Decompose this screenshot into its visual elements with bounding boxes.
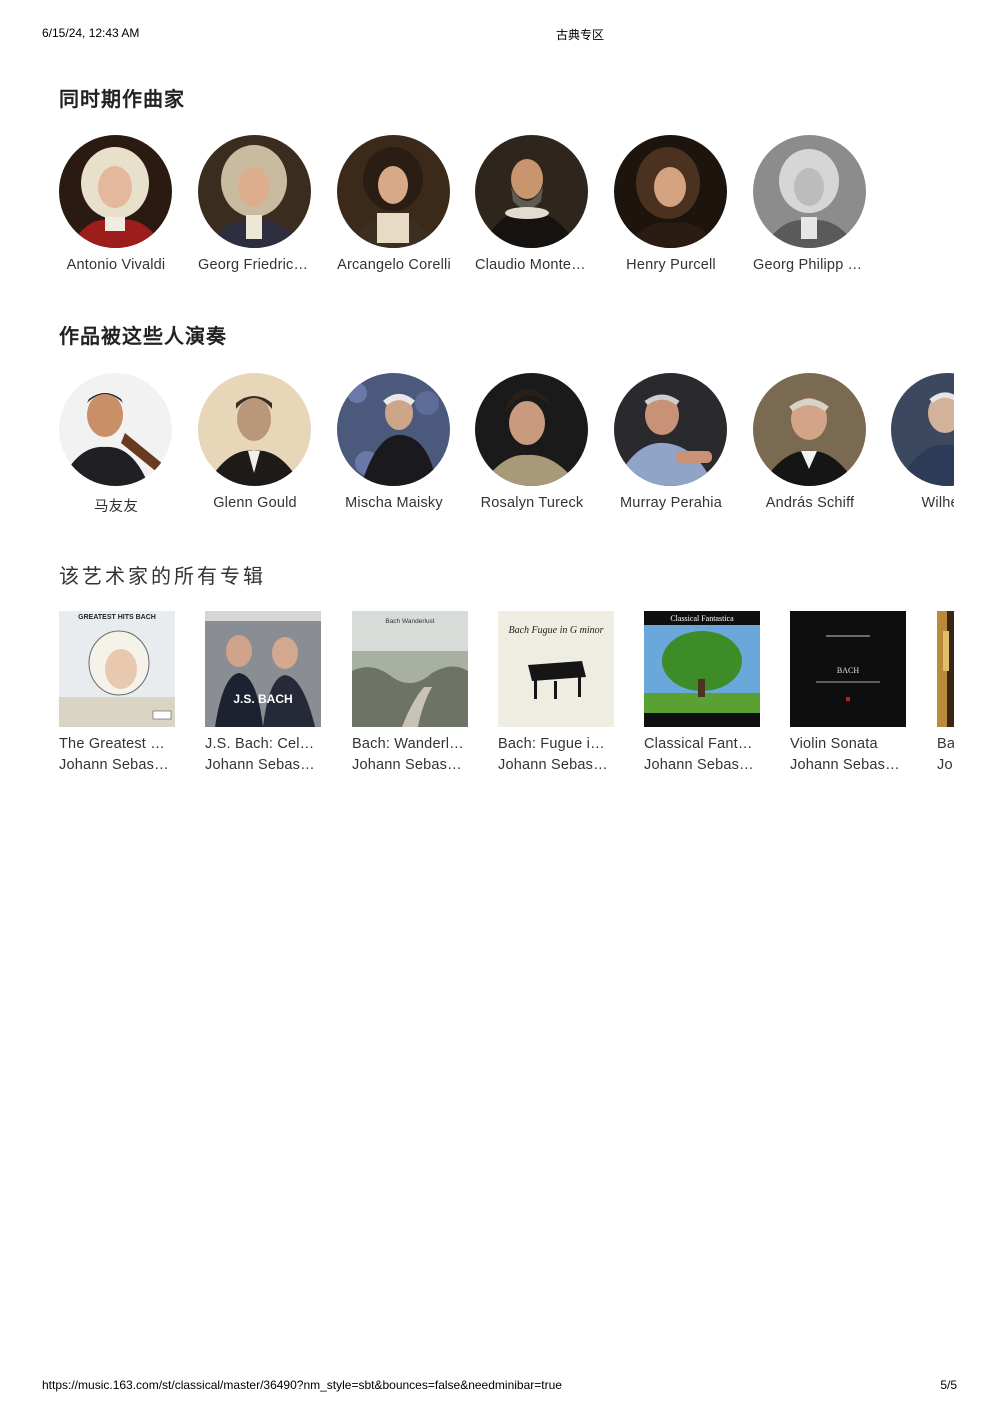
print-header: 6/15/24, 12:43 AM 古典专区 — [0, 26, 1000, 42]
composer-name[interactable]: Antonio Vivaldi — [59, 257, 173, 273]
performer-card[interactable]: Glenn Gould — [198, 373, 312, 511]
album-artist[interactable]: Johann Sebastian Bach — [352, 757, 464, 773]
performer-name[interactable]: Mischa Maisky — [337, 495, 451, 511]
album-title[interactable]: J.S. Bach: Cello Suites — [205, 736, 317, 752]
performer-avatar[interactable] — [891, 373, 954, 486]
album-cover-text: Bach Fugue in G minor — [509, 625, 604, 636]
album-cover[interactable]: Bach Wanderlust — [352, 611, 468, 727]
album-cover-text: Classical Fantastica — [670, 614, 734, 623]
album-card[interactable]: GREATEST HITS BACH The Greatest Hits Joh… — [59, 611, 177, 773]
album-title[interactable]: The Greatest Hits — [59, 736, 171, 752]
composer-avatar[interactable] — [753, 135, 866, 248]
album-cover[interactable] — [937, 611, 954, 727]
performer-name[interactable]: Murray Perahia — [614, 495, 728, 511]
performer-avatar[interactable] — [59, 373, 172, 486]
composer-card-purcell[interactable]: Henry Purcell — [614, 135, 728, 273]
album-artist[interactable]: Johann Sebastian Bach — [205, 757, 317, 773]
performer-card[interactable]: Rosalyn Tureck — [475, 373, 589, 511]
composer-avatar[interactable] — [198, 135, 311, 248]
performer-avatar[interactable] — [198, 373, 311, 486]
album-artist[interactable]: Johann Sebastian Bach — [498, 757, 610, 773]
print-page-number: 5/5 — [940, 1378, 957, 1392]
composer-name[interactable]: Henry Purcell — [614, 257, 728, 273]
performer-card[interactable]: Murray Perahia — [614, 373, 728, 511]
composer-card-handel[interactable]: Georg Friedrich Händel — [198, 135, 312, 273]
album-title[interactable]: Bach: Fugue in G minor — [498, 736, 610, 752]
performer-avatar[interactable] — [475, 373, 588, 486]
album-cover-text: J.S. BACH — [233, 692, 292, 706]
album-title[interactable]: Violin Sonata — [790, 736, 902, 752]
composer-avatar[interactable] — [475, 135, 588, 248]
performer-name[interactable]: Wilhelm — [891, 495, 954, 511]
composer-name[interactable]: Georg Philipp Telemann — [753, 257, 867, 273]
album-cover-text: Bach Wanderlust — [385, 618, 434, 625]
performer-name[interactable]: Glenn Gould — [198, 495, 312, 511]
section-title-contemporaries: 同时期作曲家 — [59, 89, 185, 111]
album-artist[interactable]: Johann Sebastian Bach — [790, 757, 902, 773]
album-card[interactable]: BACH Violin Sonata Johann Sebastian Bach — [790, 611, 908, 773]
composer-name[interactable]: Georg Friedrich Händel — [198, 257, 312, 273]
album-cover[interactable]: BACH — [790, 611, 906, 727]
album-cover-text: GREATEST HITS BACH — [78, 614, 156, 621]
composer-name[interactable]: Arcangelo Corelli — [337, 257, 451, 273]
album-artist[interactable]: Jo — [937, 757, 954, 773]
print-url: https://music.163.com/st/classical/maste… — [42, 1378, 562, 1392]
performer-card[interactable]: Wilhelm — [891, 373, 954, 511]
album-title[interactable]: Classical Fantastica — [644, 736, 756, 752]
album-artist[interactable]: Johann Sebastian Bach — [59, 757, 171, 773]
composer-card-telemann[interactable]: Georg Philipp Telemann — [753, 135, 867, 273]
section-title-performers: 作品被这些人演奏 — [59, 326, 227, 348]
print-page-title: 古典专区 — [555, 28, 604, 42]
print-footer: https://music.163.com/st/classical/maste… — [0, 1378, 1000, 1394]
composer-avatar[interactable] — [59, 135, 172, 248]
album-card[interactable]: Ba Jo — [937, 611, 954, 773]
album-card[interactable]: Bach Fugue in G minor Bach: Fugue in G m… — [498, 611, 616, 773]
composer-avatar[interactable] — [614, 135, 727, 248]
performer-card[interactable]: 马友友 — [59, 373, 173, 516]
album-title[interactable]: Ba — [937, 736, 954, 752]
album-cover[interactable]: J.S. BACH — [205, 611, 321, 727]
contemporaries-row: Antonio Vivaldi Georg Friedrich Händel A… — [59, 135, 954, 280]
album-card[interactable]: J.S. BACH J.S. Bach: Cello Suites Johann… — [205, 611, 323, 773]
album-cover[interactable]: Classical Fantastica — [644, 611, 760, 727]
composer-name[interactable]: Claudio Monteverdi — [475, 257, 589, 273]
performer-avatar[interactable] — [337, 373, 450, 486]
album-artist[interactable]: Johann Sebastian Bach — [644, 757, 756, 773]
album-cover[interactable]: GREATEST HITS BACH — [59, 611, 175, 727]
performers-row: 马友友 Glenn Gould Mischa Maisky Rosalyn Tu… — [59, 373, 954, 518]
composer-avatar[interactable] — [337, 135, 450, 248]
performer-card[interactable]: András Schiff — [753, 373, 867, 511]
composer-card-corelli[interactable]: Arcangelo Corelli — [337, 135, 451, 273]
performer-avatar[interactable] — [614, 373, 727, 486]
albums-row: GREATEST HITS BACH The Greatest Hits Joh… — [59, 611, 954, 781]
performer-card[interactable]: Mischa Maisky — [337, 373, 451, 511]
album-card[interactable]: Bach Wanderlust Bach: Wanderlust Johann … — [352, 611, 470, 773]
composer-card-monteverdi[interactable]: Claudio Monteverdi — [475, 135, 589, 273]
album-title[interactable]: Bach: Wanderlust — [352, 736, 464, 752]
album-card[interactable]: Classical Fantastica Classical Fantastic… — [644, 611, 762, 773]
album-cover-text: BACH — [837, 666, 859, 675]
album-cover[interactable]: Bach Fugue in G minor — [498, 611, 614, 727]
performer-name[interactable]: 马友友 — [59, 495, 173, 516]
composer-card-vivaldi[interactable]: Antonio Vivaldi — [59, 135, 173, 273]
performer-avatar[interactable] — [753, 373, 866, 486]
performer-name[interactable]: Rosalyn Tureck — [475, 495, 589, 511]
performer-name[interactable]: András Schiff — [753, 495, 867, 511]
section-title-albums: 该艺术家的所有专辑 — [59, 566, 266, 588]
